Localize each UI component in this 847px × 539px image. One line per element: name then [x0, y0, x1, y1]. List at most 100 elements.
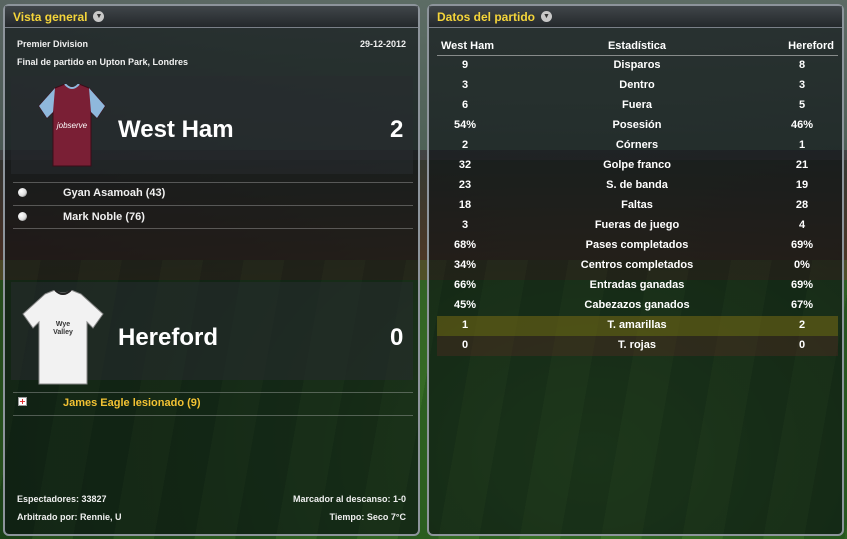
svg-text:jobserve: jobserve: [56, 121, 88, 130]
stats-row-yellow-cards: 1 T. amarillas 2: [437, 316, 838, 336]
stats-header-home: West Ham: [441, 40, 494, 52]
stats-row-home-value: 9: [461, 59, 469, 71]
stats-row: 66% Entradas ganadas 69%: [437, 276, 838, 296]
divider: [13, 228, 413, 229]
match-stats-panel-title: Datos del partido: [437, 9, 536, 24]
stats-row: 34% Centros completados 0%: [437, 256, 838, 276]
stats-row-away-value: 4: [798, 219, 806, 231]
stats-row-home-value: 3: [461, 219, 469, 231]
stats-row-home-value: 66%: [453, 279, 477, 291]
stats-row: 68% Pases completados 69%: [437, 236, 838, 256]
match-stats-panel-header: Datos del partido ▼: [429, 6, 842, 28]
stats-header-away: Hereford: [788, 40, 834, 52]
divider: [13, 392, 413, 393]
stats-row-home-value: 54%: [453, 119, 477, 131]
stats-row: 6 Fuera 5: [437, 96, 838, 116]
goal-ball-icon: [18, 188, 27, 197]
stats-row-away-value: 46%: [790, 119, 814, 131]
stats-row-home-value: 6: [461, 99, 469, 111]
stats-row: 45% Cabezazos ganados 67%: [437, 296, 838, 316]
stats-row-label: Cabezazos ganados: [584, 299, 690, 311]
svg-text:Valley: Valley: [53, 329, 73, 336]
stats-row-label: Disparos: [613, 59, 661, 71]
match-date: 29-12-2012: [359, 39, 406, 49]
stats-row-label: Entradas ganadas: [589, 279, 685, 291]
away-team-name: Hereford: [118, 324, 219, 351]
stats-row-red-cards: 0 T. rojas 0: [437, 336, 838, 356]
stats-row-home-value: 18: [458, 199, 472, 211]
stats-row-home-value: 1: [461, 319, 469, 331]
home-team-block: jobserve West Ham 2: [11, 76, 413, 174]
stats-row-label: Córners: [615, 139, 659, 151]
stats-row-away-value: 0: [798, 339, 806, 351]
overview-panel-title: Vista general: [13, 9, 88, 24]
stats-header-stat: Estadística: [607, 40, 667, 52]
stats-row: 2 Córners 1: [437, 136, 838, 156]
away-kit-shirt-icon: Wye Valley: [22, 290, 104, 385]
stats-row: 18 Faltas 28: [437, 196, 838, 216]
stats-row-away-value: 2: [798, 319, 806, 331]
overview-panel: Vista general ▼ Premier Division 29-12-2…: [3, 4, 420, 536]
stats-row-home-value: 45%: [453, 299, 477, 311]
stats-row-home-value: 0: [461, 339, 469, 351]
away-team-score: 0: [390, 324, 404, 351]
stats-row-home-value: 32: [458, 159, 472, 171]
stats-row-label: S. de banda: [606, 179, 668, 191]
home-goal-event: Gyan Asamoah (43): [63, 187, 166, 199]
svg-text:Wye: Wye: [56, 321, 70, 328]
home-team-score: 2: [390, 116, 404, 143]
stats-row-away-value: 1: [798, 139, 806, 151]
overview-panel-header: Vista general ▼: [5, 6, 418, 28]
panel-menu-chevron-icon[interactable]: ▼: [541, 11, 553, 22]
stats-row-home-value: 23: [458, 179, 472, 191]
divider: [13, 205, 413, 206]
divider: [13, 182, 413, 183]
stats-row: 3 Dentro 3: [437, 76, 838, 96]
stats-row-away-value: 8: [798, 59, 806, 71]
stats-row: 54% Posesión 46%: [437, 116, 838, 136]
stats-row-away-value: 19: [795, 179, 809, 191]
stats-row-label: Posesión: [612, 119, 662, 131]
stats-row-label: Golpe franco: [603, 159, 671, 171]
stats-row-home-value: 68%: [453, 239, 477, 251]
stats-row-label: Fueras de juego: [594, 219, 680, 231]
referee-label: Arbitrado por: Rennie, U: [17, 512, 122, 522]
home-kit-shirt-icon: jobserve: [38, 84, 106, 167]
panel-menu-chevron-icon[interactable]: ▼: [93, 11, 105, 22]
stats-row-label: T. rojas: [618, 339, 656, 351]
attendance-label: Espectadores: 33827: [17, 494, 107, 504]
stats-row-away-value: 69%: [790, 239, 814, 251]
competition-label: Premier Division: [17, 39, 89, 49]
half-time-score-label: Marcador al descanso: 1-0: [292, 494, 406, 504]
stats-row-away-value: 21: [795, 159, 809, 171]
stats-row-label: Centros completados: [580, 259, 694, 271]
stats-row-away-value: 0%: [794, 259, 810, 271]
stats-row-home-value: 2: [461, 139, 469, 151]
stats-row-away-value: 69%: [790, 279, 814, 291]
stats-row-away-value: 28: [795, 199, 809, 211]
home-team-name: West Ham: [118, 116, 234, 143]
stats-row-home-value: 34%: [453, 259, 477, 271]
stats-row-label: Fuera: [622, 99, 652, 111]
stats-row: 23 S. de banda 19: [437, 176, 838, 196]
home-goal-event: Mark Noble (76): [63, 211, 145, 223]
away-injury-event: James Eagle lesionado (9): [63, 397, 201, 409]
stats-row-away-value: 67%: [790, 299, 814, 311]
stats-row: 3 Fueras de juego 4: [437, 216, 838, 236]
venue-label: Final de partido en Upton Park, Londres: [17, 57, 189, 67]
stats-row-home-value: 3: [461, 79, 469, 91]
injury-cross-icon: +: [18, 396, 27, 406]
away-team-block: Wye Valley Hereford 0: [11, 282, 413, 385]
stats-row: 32 Golpe franco 21: [437, 156, 838, 176]
match-stats-panel: Datos del partido ▼ West Ham Estadística…: [427, 4, 844, 536]
stats-row: 9 Disparos 8: [437, 56, 838, 76]
divider: [13, 415, 413, 416]
stats-row-label: T. amarillas: [607, 319, 667, 331]
weather-label: Tiempo: Seco 7°C: [329, 512, 406, 522]
stats-row-label: Dentro: [619, 79, 655, 91]
stats-row-label: Pases completados: [585, 239, 689, 251]
stats-row-away-value: 5: [798, 99, 806, 111]
goal-ball-icon: [18, 212, 27, 221]
stats-row-label: Faltas: [621, 199, 653, 211]
stats-row-away-value: 3: [798, 79, 806, 91]
